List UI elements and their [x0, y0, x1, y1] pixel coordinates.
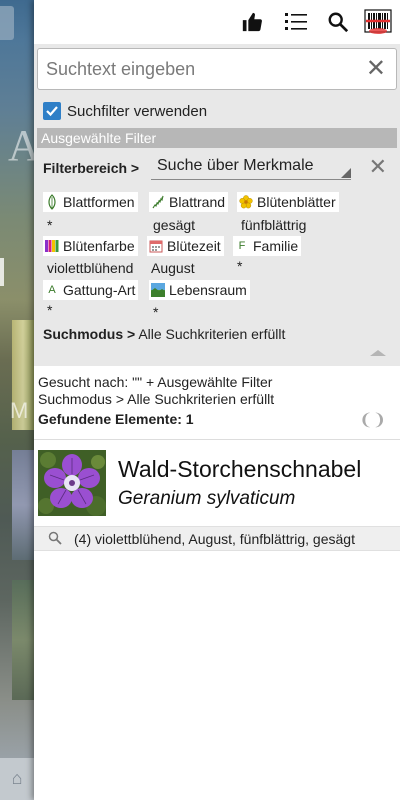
search-drawer: ✕ Suchfilter verwenden Ausgewählte Filte…	[34, 0, 400, 800]
filter-chip-gattung-art[interactable]: A Gattung-Art *	[43, 280, 139, 318]
chip-label: Lebensraum	[169, 282, 247, 298]
chip-label: Blütezeit	[167, 238, 221, 254]
search-icon	[48, 531, 62, 550]
filter-area-value: Suche über Merkmale	[157, 157, 314, 174]
use-filter-label: Suchfilter verwenden	[67, 102, 208, 120]
chip-value: *	[237, 258, 243, 274]
calendar-icon	[149, 238, 163, 254]
chip-value: gesägt	[153, 217, 196, 233]
chip-label: Familie	[253, 238, 299, 254]
search-area: ✕	[34, 44, 400, 94]
filter-chip-blattformen[interactable]: Blattformen *	[43, 192, 138, 233]
chip-label: Blattformen	[63, 194, 135, 210]
background-indicator	[0, 258, 4, 286]
chip-value: *	[47, 302, 53, 318]
collapse-icon[interactable]	[370, 350, 386, 356]
plant-name: Wald-Storchenschnabel	[118, 456, 362, 482]
color-swatch-icon	[45, 238, 59, 254]
filter-chip-bluetenblaetter[interactable]: Blütenblätter fünfblättrig	[237, 192, 339, 233]
search-mode-row[interactable]: Suchmodus > Alle Suchkriterien erfüllt	[43, 326, 285, 342]
filter-chips: Blattformen * Blattrand gesägt Blütenblä…	[37, 186, 397, 324]
search-mode-value: Alle Suchkriterien erfüllt	[138, 326, 286, 342]
chip-value: *	[153, 304, 159, 320]
filter-area-row: Filterbereich > Suche über Merkmale ✕	[37, 148, 397, 186]
chip-value: August	[151, 260, 195, 276]
family-icon: F	[238, 240, 246, 252]
filter-panel: Suchfilter verwenden Ausgewählte Filter …	[34, 94, 400, 366]
use-filter-row[interactable]: Suchfilter verwenden	[37, 94, 397, 128]
chip-value: *	[47, 217, 53, 233]
habitat-icon	[151, 282, 165, 298]
filter-chip-bluetenfarbe[interactable]: Blütenfarbe violettblühend	[43, 236, 138, 276]
chip-label: Gattung-Art	[63, 282, 136, 298]
result-item[interactable]: Wald-Storchenschnabel Geranium sylvaticu…	[34, 440, 400, 526]
background-menu-button	[0, 6, 14, 40]
filter-area-label[interactable]: Filterbereich >	[43, 160, 139, 176]
filter-area-select[interactable]: Suche über Merkmale	[151, 154, 351, 180]
chip-value: fünfblättrig	[241, 217, 307, 233]
genus-icon: A	[48, 284, 56, 296]
flower-petals-icon	[239, 194, 253, 210]
background-photo	[12, 450, 34, 560]
search-box: ✕	[37, 48, 397, 90]
search-mode-label: Suchmodus >	[43, 326, 136, 342]
found-count: Gefundene Elemente: 1	[38, 411, 194, 427]
barcode-icon[interactable]	[364, 8, 392, 36]
chip-label: Blattrand	[169, 194, 226, 210]
result-info: Gesucht nach: "" + Ausgewählte Filter Su…	[34, 366, 400, 440]
close-icon[interactable]: ✕	[369, 154, 387, 180]
plant-thumbnail	[38, 450, 106, 516]
search-icon[interactable]	[324, 8, 352, 36]
selected-filters-header: Ausgewählte Filter	[37, 128, 397, 148]
expand-icon[interactable]: ❨❩	[359, 410, 386, 430]
filter-chip-blattrand[interactable]: Blattrand gesägt	[149, 192, 229, 233]
background-letter: A	[8, 121, 34, 170]
filter-chip-lebensraum[interactable]: Lebensraum *	[149, 280, 250, 320]
background-letter: M	[10, 398, 29, 423]
home-icon: ⌂	[11, 768, 23, 788]
chip-value: violettblühend	[47, 260, 134, 276]
search-mode-summary: Suchmodus > Alle Suchkriterien erfüllt	[38, 391, 275, 407]
toolbar	[34, 0, 400, 44]
background-app: A M ⌂	[0, 0, 34, 800]
plant-latin-name: Geranium sylvaticum	[118, 488, 296, 509]
match-summary-row: (4) violettblühend, August, fünfblättrig…	[34, 526, 400, 551]
list-icon[interactable]	[282, 8, 310, 36]
searched-for-text: Gesucht nach: "" + Ausgewählte Filter	[38, 374, 273, 390]
dropdown-arrow-icon	[341, 168, 351, 178]
filter-chip-familie[interactable]: F Familie *	[233, 236, 302, 274]
chip-label: Blütenblätter	[257, 194, 336, 210]
chip-label: Blütenfarbe	[63, 238, 135, 254]
background-photo	[12, 580, 34, 700]
filter-chip-bluetezeit[interactable]: Blütezeit August	[147, 236, 224, 276]
use-filter-checkbox[interactable]	[43, 102, 61, 120]
thumbs-up-icon[interactable]	[238, 8, 266, 36]
clear-icon[interactable]: ✕	[366, 57, 386, 81]
leaf-shape-icon	[45, 194, 59, 210]
leaf-edge-icon	[151, 194, 165, 210]
search-input[interactable]	[46, 57, 346, 81]
match-summary-text: (4) violettblühend, August, fünfblättrig…	[74, 531, 355, 547]
